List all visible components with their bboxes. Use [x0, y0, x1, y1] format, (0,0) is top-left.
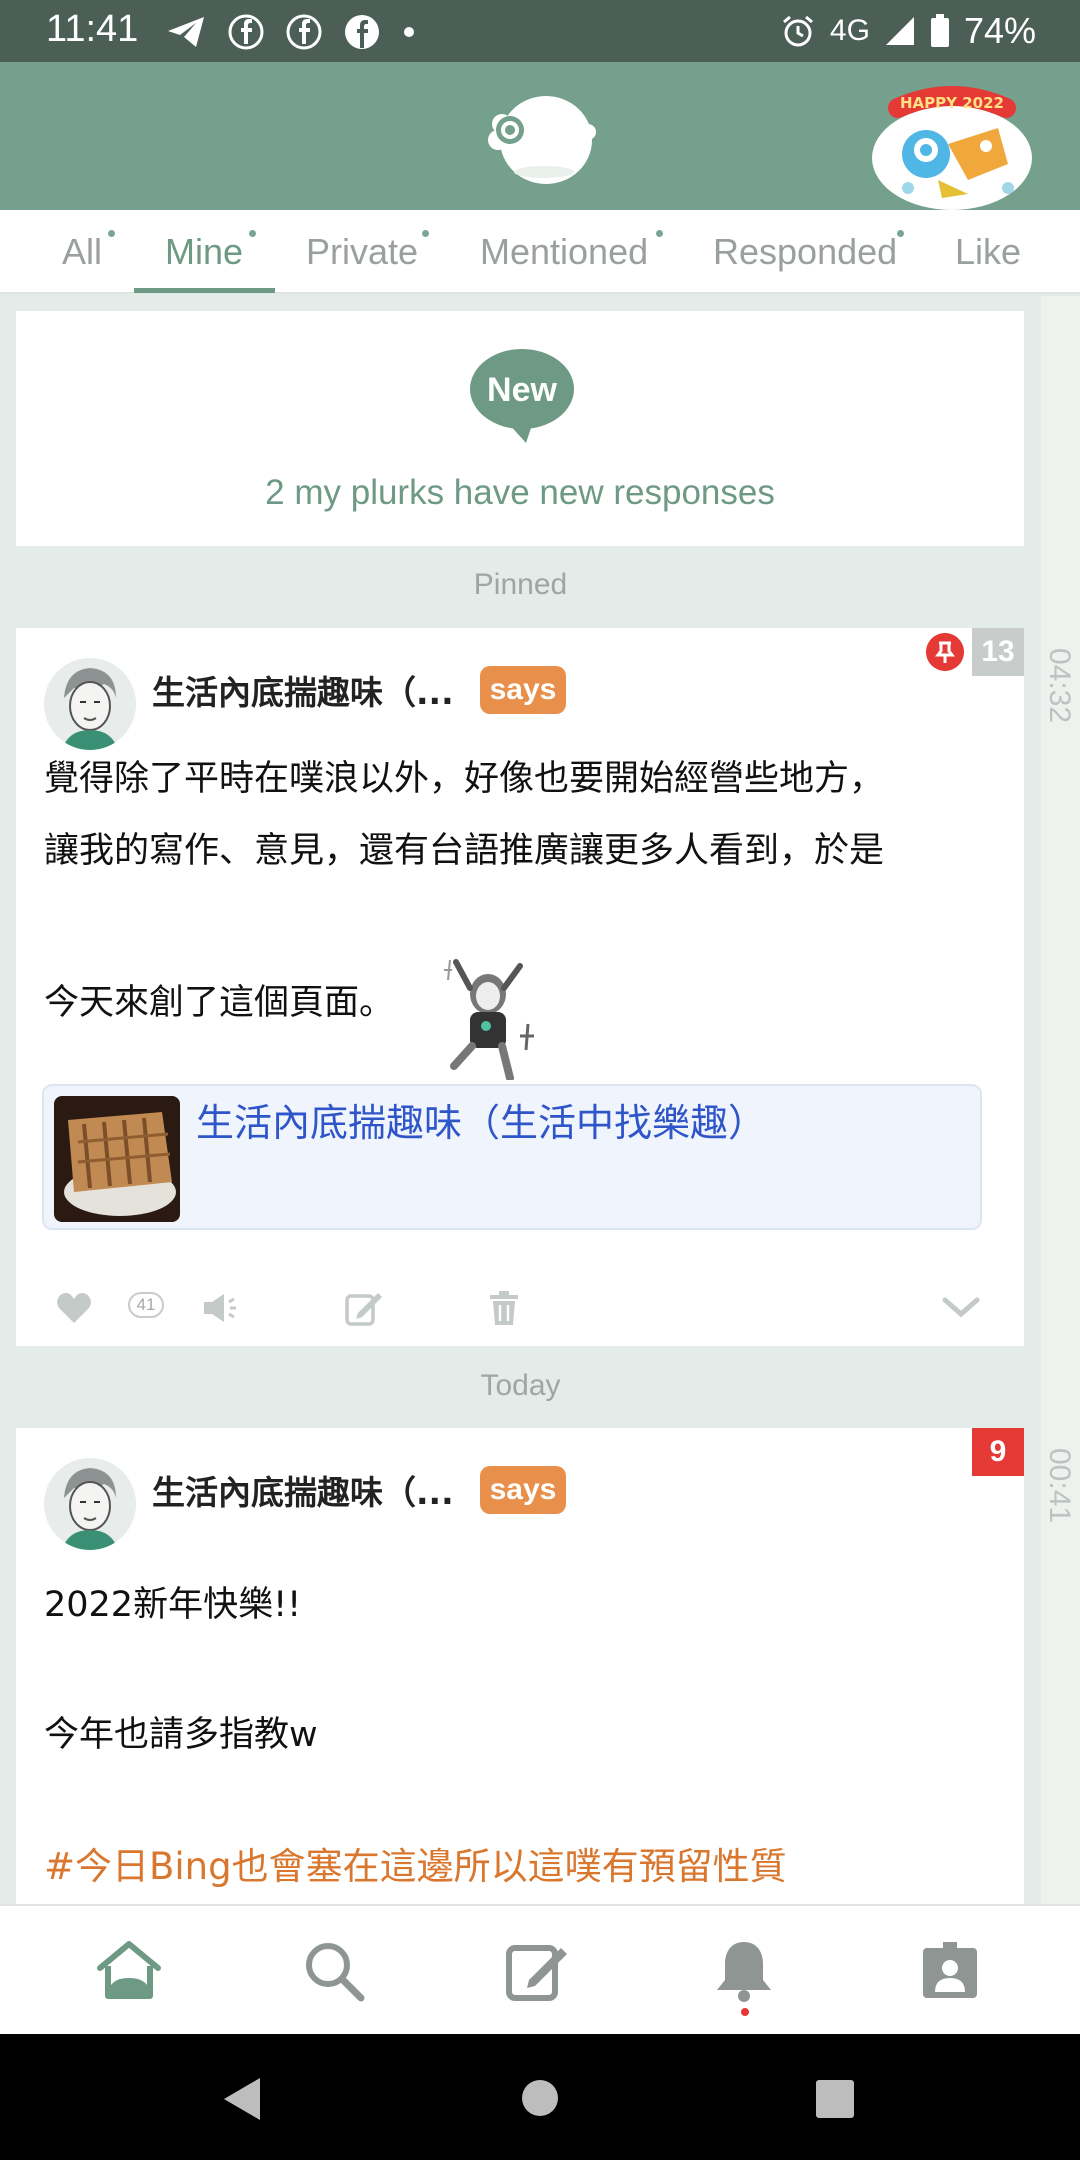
telegram-icon: [168, 17, 204, 47]
response-count-badge[interactable]: 13: [972, 628, 1024, 676]
qualifier-badge: says: [480, 666, 566, 714]
plurk-content-line: 覺得除了平時在噗浪以外，好像也要開始經營些地方，: [44, 759, 885, 799]
tab-all[interactable]: All: [62, 210, 115, 294]
plurk-time: 04:32: [1043, 648, 1076, 724]
plurk-content-line: 今天來創了這個頁面。: [44, 983, 395, 1023]
search-icon[interactable]: [299, 1936, 369, 2006]
replurk-button[interactable]: [200, 1278, 240, 1338]
edit-icon: [345, 1293, 382, 1326]
happy-2022-badge[interactable]: HAPPY 2022: [868, 84, 1036, 210]
delete-button[interactable]: [488, 1278, 520, 1338]
like-button[interactable]: 41: [56, 1278, 164, 1338]
plurk-content-line: 2022新年快樂!!: [44, 1585, 302, 1625]
plurk-actions: 41: [16, 1278, 1024, 1338]
plurk-author[interactable]: 生活內底揣趣味（...: [152, 1466, 454, 1514]
tab-like[interactable]: Like: [955, 210, 1021, 294]
app-header: HAPPY 2022: [0, 62, 1080, 210]
section-pinned: Pinned: [473, 568, 568, 601]
dot-icon: [404, 27, 414, 37]
svg-text:HAPPY 2022: HAPPY 2022: [900, 94, 1004, 112]
recents-icon[interactable]: [816, 2080, 854, 2118]
tab-mentioned[interactable]: Mentioned: [480, 210, 663, 294]
qualifier-badge: says: [480, 1466, 566, 1514]
section-today: Today: [480, 1369, 561, 1402]
link-preview[interactable]: 生活內底揣趣味（生活中找樂趣）: [42, 1084, 982, 1230]
plurk-time: 00:41: [1043, 1448, 1076, 1524]
alarm-icon: [782, 15, 813, 47]
status-time: 11:41: [46, 8, 139, 50]
dancing-emoticon: [444, 959, 534, 1080]
facebook-icon: [286, 14, 322, 50]
notification-icons: [166, 12, 416, 52]
new-bubble-icon: New: [470, 349, 574, 443]
status-bar: 11:41 4G 74%: [0, 0, 1080, 62]
new-responses-card[interactable]: New 2 my plurks have new responses: [16, 311, 1024, 546]
plurk-hashtag[interactable]: #今日Bing也會塞在這邊所以這噗有預留性質: [44, 1836, 787, 1890]
avatar[interactable]: [44, 1458, 136, 1550]
timeline-tabs: All Mine Private Mentioned Responded Lik…: [0, 210, 1080, 294]
plurk-content-line: 今年也請多指教w: [44, 1715, 318, 1755]
compose-icon[interactable]: [503, 1936, 573, 2006]
home-icon[interactable]: [94, 1936, 164, 2006]
plurk-content-line: 讓我的寫作、意見，還有台語推廣讓更多人看到，於是: [44, 831, 885, 871]
chevron-down-icon: [942, 1297, 980, 1318]
home-button-icon[interactable]: [522, 2080, 558, 2116]
notification-dot: [741, 2008, 749, 2016]
signal-icon: [885, 17, 914, 45]
bottom-navigation: [0, 1904, 1080, 2034]
megaphone-icon: [204, 1294, 236, 1322]
plurk-card[interactable]: 13 生活內底揣趣味（... says 覺得除了平時在噗浪以外，好像也要開始經營…: [16, 628, 1024, 1346]
pin-icon: [926, 633, 964, 671]
heart-icon: [57, 1293, 91, 1323]
trash-icon: [490, 1291, 518, 1325]
link-title[interactable]: 生活內底揣趣味（生活中找樂趣）: [196, 1092, 766, 1147]
tab-mine[interactable]: Mine: [165, 210, 256, 294]
plurk-card[interactable]: 9 生活內底揣趣味（... says 2022新年快樂!! 今年也請多指教w #…: [16, 1428, 1024, 1904]
back-icon[interactable]: [220, 2076, 264, 2122]
bell-icon[interactable]: [709, 1936, 779, 2006]
plurk-author[interactable]: 生活內底揣趣味（...: [152, 666, 454, 714]
edit-button[interactable]: [344, 1278, 382, 1338]
response-count-badge[interactable]: 9: [972, 1428, 1024, 1476]
svg-text:New: New: [487, 371, 557, 409]
expand-button[interactable]: [942, 1278, 980, 1338]
like-count: 41: [128, 1292, 164, 1318]
active-tab-indicator: [134, 288, 275, 293]
tab-private[interactable]: Private: [306, 210, 429, 294]
facebook-icon: [345, 15, 379, 49]
system-navigation-bar: [0, 2034, 1080, 2160]
network-type: 4G: [829, 14, 870, 47]
profile-icon[interactable]: [915, 1936, 985, 2006]
new-responses-message: 2 my plurks have new responses: [265, 473, 775, 512]
battery-percent: 74%: [963, 10, 1036, 51]
system-status: 4G 74%: [780, 10, 1036, 52]
timeline-gutter: [1041, 296, 1080, 1904]
battery-icon: [930, 14, 949, 47]
facebook-icon: [228, 14, 264, 50]
link-thumbnail: [54, 1096, 180, 1222]
plurk-logo-icon[interactable]: [480, 86, 600, 190]
tab-responded[interactable]: Responded: [713, 210, 904, 294]
avatar[interactable]: [44, 658, 136, 750]
